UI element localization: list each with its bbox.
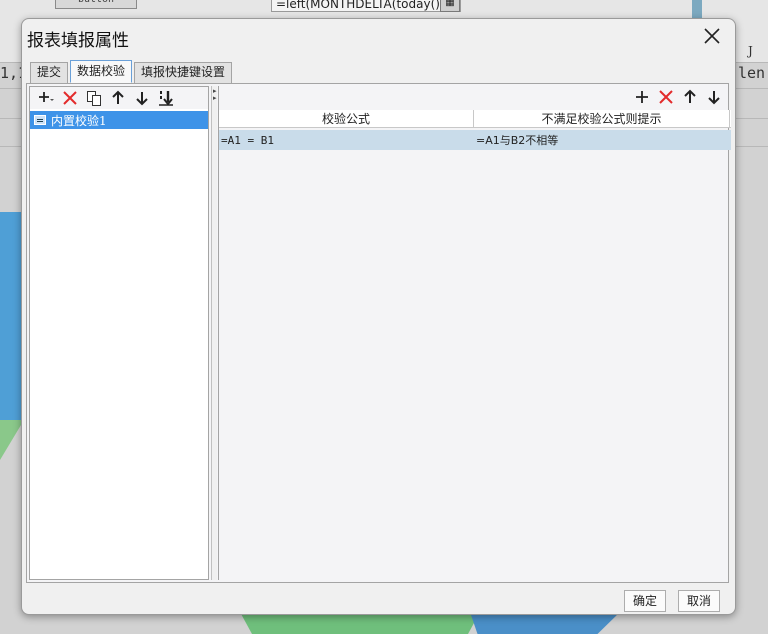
collapse-arrow-icon[interactable]: ▸ ▸ bbox=[213, 88, 217, 102]
formula-editor-icon: ▦ bbox=[440, 0, 460, 12]
panel-splitter[interactable]: ▸ ▸ bbox=[211, 86, 217, 580]
delete-icon bbox=[659, 90, 673, 104]
move-to-bottom-button[interactable] bbox=[154, 88, 178, 108]
row-up-button[interactable] bbox=[678, 87, 702, 107]
close-button[interactable] bbox=[701, 25, 723, 47]
delete-button[interactable] bbox=[58, 88, 82, 108]
tab-bar: 提交 数据校验 填报快捷键设置 bbox=[30, 60, 234, 83]
column-header-message[interactable]: 不满足校验公式则提示 bbox=[474, 110, 730, 128]
move-up-button[interactable] bbox=[106, 88, 130, 108]
delete-icon bbox=[63, 91, 77, 105]
plus-dropdown-icon bbox=[39, 92, 54, 102]
cancel-button[interactable]: 取消 bbox=[678, 590, 721, 612]
validation-list-panel: 内置校验1 bbox=[29, 86, 209, 580]
right-toolbar bbox=[630, 86, 726, 108]
background-chart-shape bbox=[470, 612, 620, 634]
plus-icon bbox=[636, 91, 648, 103]
dialog-title: 报表填报属性 bbox=[27, 31, 129, 51]
column-header-j: J bbox=[748, 44, 753, 58]
arrow-down-icon bbox=[136, 92, 148, 106]
arrow-up-icon bbox=[112, 90, 124, 104]
move-down-button[interactable] bbox=[130, 88, 154, 108]
message-cell[interactable]: =A1与B2不相等 bbox=[474, 132, 730, 148]
table-row[interactable]: =A1 = B1 =A1与B2不相等 bbox=[219, 130, 731, 150]
report-fill-properties-dialog: 报表填报属性 提交 数据校验 填报快捷键设置 内置校验1 ▸ ▸ 校验公式 不满… bbox=[21, 18, 736, 615]
tab-data-validation[interactable]: 数据校验 bbox=[70, 60, 133, 83]
background-chart-shape bbox=[240, 612, 480, 634]
left-toolbar bbox=[30, 87, 208, 109]
column-header-formula[interactable]: 校验公式 bbox=[219, 110, 474, 128]
table-header: 校验公式 不满足校验公式则提示 bbox=[219, 110, 731, 128]
close-icon bbox=[704, 28, 720, 44]
list-item[interactable]: 内置校验1 bbox=[30, 111, 208, 129]
tab-submit[interactable]: 提交 bbox=[30, 62, 69, 83]
row-down-button[interactable] bbox=[702, 87, 726, 107]
background-button: button bbox=[55, 0, 137, 9]
add-dropdown-button[interactable] bbox=[34, 88, 58, 108]
validation-detail-panel: 校验公式 不满足校验公式则提示 =A1 = B1 =A1与B2不相等 bbox=[218, 86, 731, 580]
background-cell-right: len bbox=[738, 64, 766, 82]
background-formula-cell: =left(MONTHDELTA(today(),-1 bbox=[271, 0, 461, 12]
background-scroll-bar bbox=[692, 0, 702, 18]
tab-content: 内置校验1 ▸ ▸ 校验公式 不满足校验公式则提示 =A1 = B1 =A1与B… bbox=[26, 83, 731, 583]
formula-cell[interactable]: =A1 = B1 bbox=[219, 134, 474, 147]
delete-row-button[interactable] bbox=[654, 87, 678, 107]
arrow-up-icon bbox=[684, 89, 696, 103]
ok-button[interactable]: 确定 bbox=[624, 590, 667, 612]
move-bottom-icon bbox=[159, 91, 173, 106]
copy-button[interactable] bbox=[82, 88, 106, 108]
arrow-down-icon bbox=[708, 91, 720, 105]
add-row-button[interactable] bbox=[630, 87, 654, 107]
tab-shortcut-settings[interactable]: 填报快捷键设置 bbox=[134, 62, 233, 83]
list-item-label: 内置校验1 bbox=[51, 113, 107, 128]
copy-icon bbox=[87, 91, 101, 106]
validation-item-icon bbox=[34, 115, 46, 125]
